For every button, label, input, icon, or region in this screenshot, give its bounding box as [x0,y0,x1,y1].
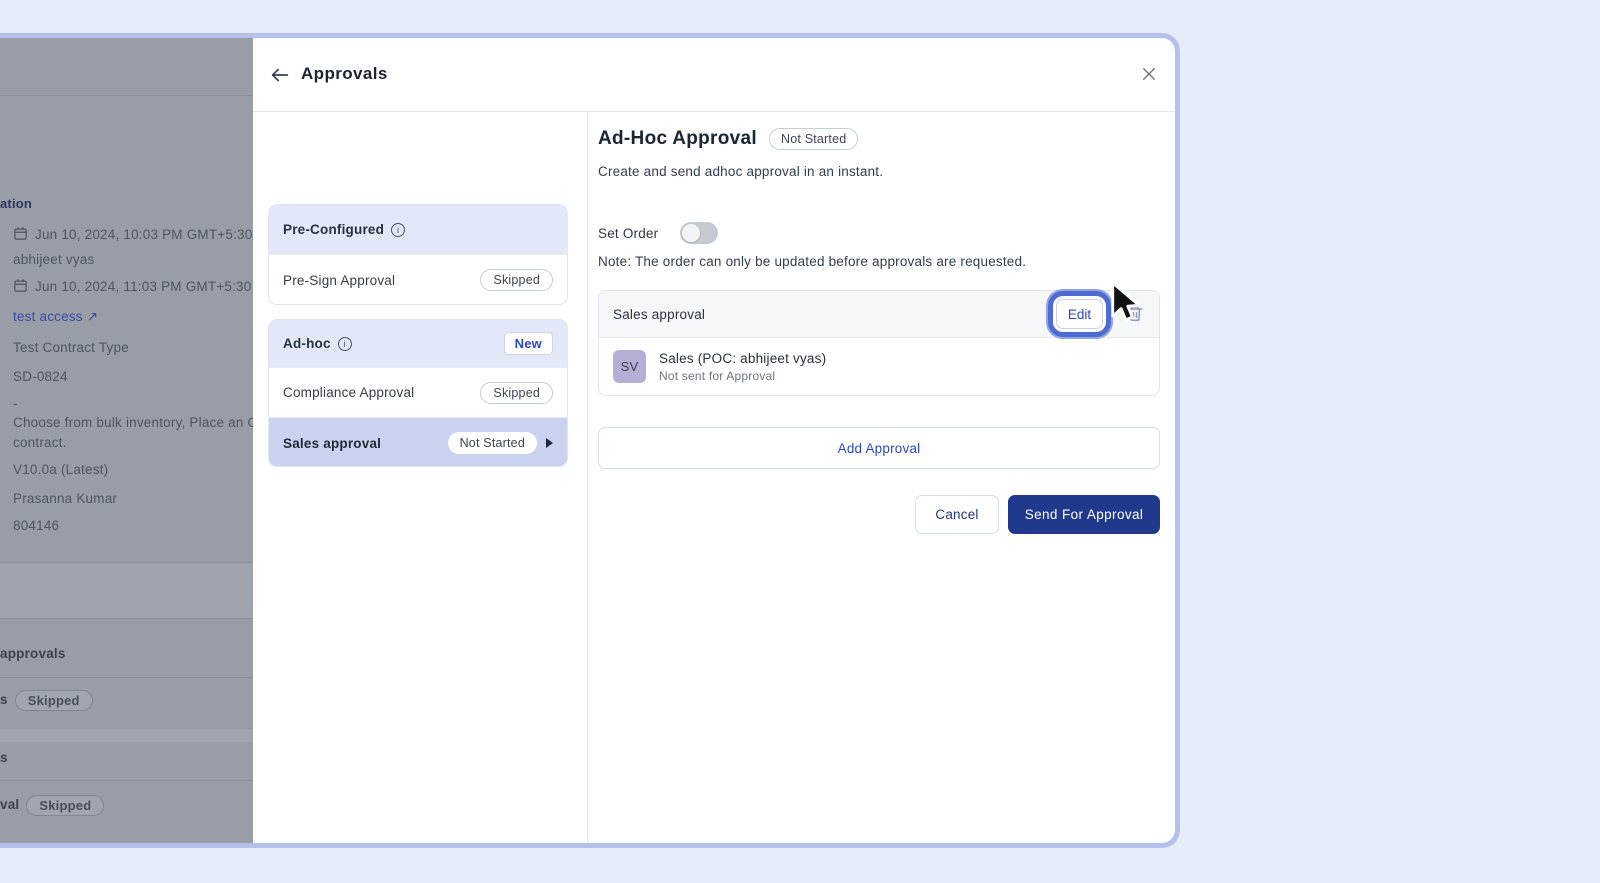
approvals-heading: approvals [0,646,66,661]
approval-card-title: Sales approval [613,307,705,322]
avatar: SV [613,350,646,383]
owner-name: abhijeet vyas [13,252,94,267]
divider [0,562,253,563]
group-header-label: Ad-hoc [283,336,331,351]
sidebar-item-compliance-approval[interactable]: Compliance Approval Skipped [269,368,567,418]
set-order-label: Set Order [598,226,658,241]
divider [0,95,253,96]
description-line2: contract. [13,435,67,450]
sidebar-item-label: Pre-Sign Approval [283,273,395,288]
set-order-row: Set Order [598,222,718,244]
cancel-button[interactable]: Cancel [915,495,999,534]
add-approval-button[interactable]: Add Approval [598,427,1160,469]
sidebar-divider [587,112,588,843]
status-badge: Skipped [26,795,104,816]
send-for-approval-button[interactable]: Send For Approval [1008,495,1160,534]
contract-id: SD-0824 [13,369,68,384]
background-section-heading: ation [0,196,32,211]
contract-type: Test Contract Type [13,340,129,355]
info-icon[interactable] [338,337,352,351]
modal-header: Approvals [253,38,1175,112]
sidebar-item-sales-approval[interactable]: Sales approval Not Started [269,418,567,467]
updated-date: Jun 10, 2024, 11:03 PM GMT+5:30 [35,279,251,294]
approver-status: Not sent for Approval [659,369,826,383]
version: V10.0a (Latest) [13,462,108,477]
background-page: ation Jun 10, 2024, 10:03 PM GMT+5:30 ab… [0,38,253,843]
order-note: Note: The order can only be updated befo… [598,254,1026,269]
new-badge: New [504,332,553,355]
set-order-toggle[interactable] [680,222,718,244]
description-line1: Choose from bulk inventory, Place an O [13,415,258,430]
approver-row: SV Sales (POC: abhijeet vyas) Not sent f… [599,338,1159,395]
group-header-pre-configured: Pre-Configured [269,205,567,255]
status-badge: Not Started [448,432,537,454]
sidebar-item-label: Compliance Approval [283,385,414,400]
person-name: Prasanna Kumar [13,491,117,506]
edit-button[interactable]: Edit [1056,299,1103,329]
ad-hoc-approval-pane: Ad-Hoc Approval Not Started Create and s… [598,112,1160,843]
pane-description: Create and send adhoc approval in an ins… [598,164,883,179]
pane-title: Ad-Hoc Approval [598,128,757,150]
external-link-icon: ↗ [87,309,99,324]
toggle-knob [682,224,700,242]
number-value: 804146 [13,518,59,533]
calendar-icon [13,278,28,293]
approval-card-header: Sales approval Edit [599,291,1159,338]
calendar-icon [13,226,28,241]
pre-configured-group: Pre-Configured Pre-Sign Approval Skipped [268,204,568,305]
app-screenshot-frame: ation Jun 10, 2024, 10:03 PM GMT+5:30 ab… [0,33,1180,848]
close-icon[interactable] [1140,65,1158,83]
background-approval-row: sSkipped [0,690,93,711]
created-date: Jun 10, 2024, 10:03 PM GMT+5:30 [35,227,252,242]
approvals-sidebar: Pre-Configured Pre-Sign Approval Skipped… [253,112,587,843]
background-sub-heading: s [0,750,8,765]
approver-name: Sales (POC: abhijeet vyas) [659,351,826,366]
status-badge: Skipped [480,382,553,404]
trash-icon [1126,304,1144,323]
chevron-right-icon [546,438,553,448]
divider [0,677,253,678]
test-access-link[interactable]: test access ↗ [13,309,98,325]
section-band [0,728,253,742]
status-badge: Not Started [769,128,858,150]
sidebar-item-label: Sales approval [283,436,381,451]
sales-approval-card: Sales approval Edit SV Sales (POC: abhij… [598,290,1160,396]
section-band [0,563,253,618]
back-arrow-icon[interactable] [269,64,291,86]
modal-title: Approvals [301,64,388,84]
status-badge: Skipped [15,690,93,711]
approvals-modal: Approvals Pre-Configured Pre-Sign Approv… [253,38,1175,843]
updated-date-row: Jun 10, 2024, 11:03 PM GMT+5:30 [13,278,251,294]
dash-value: - [13,396,18,411]
status-badge: Skipped [480,269,553,291]
sidebar-item-pre-sign-approval[interactable]: Pre-Sign Approval Skipped [269,255,567,305]
divider [0,618,253,619]
ad-hoc-group: Ad-hoc New Compliance Approval Skipped S… [268,319,568,467]
background-approval-row: valSkipped [0,795,104,816]
modal-footer: Cancel Send For Approval [598,495,1160,534]
delete-approval-button[interactable] [1125,304,1145,324]
info-icon[interactable] [391,223,405,237]
group-header-ad-hoc: Ad-hoc New [269,320,567,368]
divider [0,780,253,781]
group-header-label: Pre-Configured [283,222,384,237]
created-date-row: Jun 10, 2024, 10:03 PM GMT+5:30 [13,226,252,242]
